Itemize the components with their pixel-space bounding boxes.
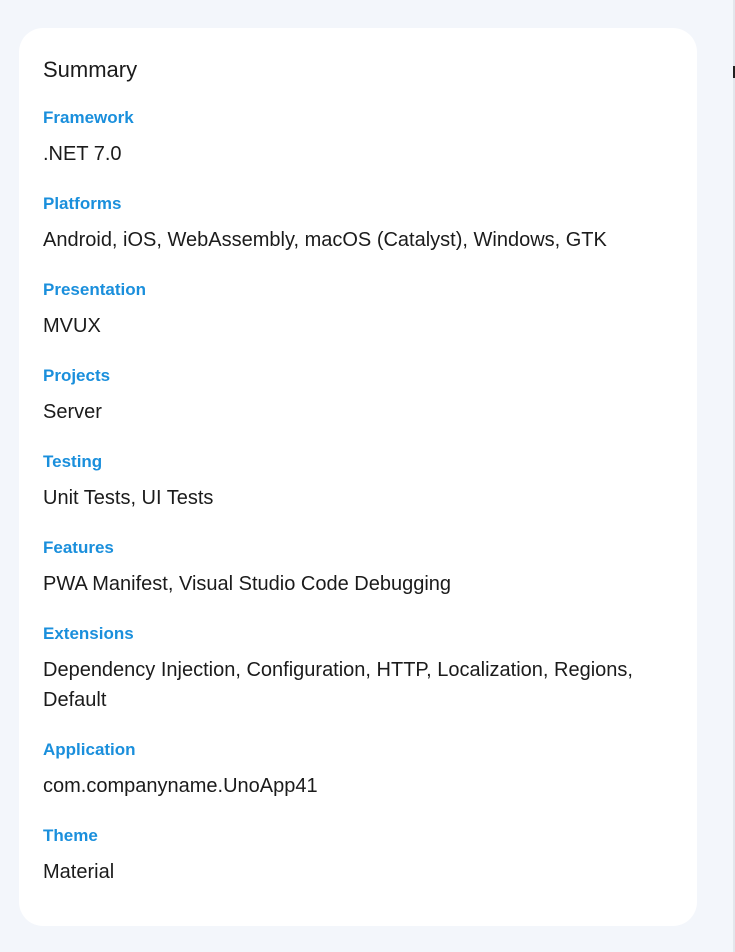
section-features: Features PWA Manifest, Visual Studio Cod… bbox=[43, 536, 673, 599]
projects-label: Projects bbox=[43, 366, 111, 385]
section-presentation: Presentation MVUX bbox=[43, 278, 673, 341]
summary-sections: Framework .NET 7.0 Platforms Android, iO… bbox=[43, 106, 673, 910]
framework-value: .NET 7.0 bbox=[43, 143, 122, 165]
section-framework: Framework .NET 7.0 bbox=[43, 106, 673, 169]
platforms-label: Platforms bbox=[43, 194, 122, 213]
testing-value: Unit Tests, UI Tests bbox=[43, 487, 214, 509]
section-testing: Testing Unit Tests, UI Tests bbox=[43, 450, 673, 513]
summary-title: Summary bbox=[43, 57, 138, 82]
theme-value: Material bbox=[43, 861, 115, 883]
extensions-value: Dependency Injection, Configuration, HTT… bbox=[43, 659, 633, 711]
section-theme: Theme Material bbox=[43, 824, 673, 887]
presentation-value: MVUX bbox=[43, 315, 101, 337]
platforms-value: Android, iOS, WebAssembly, macOS (Cataly… bbox=[43, 229, 607, 251]
section-extensions: Extensions Dependency Injection, Configu… bbox=[43, 622, 673, 715]
features-value: PWA Manifest, Visual Studio Code Debuggi… bbox=[43, 573, 452, 595]
section-platforms: Platforms Android, iOS, WebAssembly, mac… bbox=[43, 192, 673, 255]
section-application: Application com.companyname.UnoApp41 bbox=[43, 738, 673, 801]
theme-label: Theme bbox=[43, 826, 98, 845]
section-projects: Projects Server bbox=[43, 364, 673, 427]
application-label: Application bbox=[43, 740, 136, 759]
projects-value: Server bbox=[43, 401, 102, 423]
presentation-label: Presentation bbox=[43, 280, 146, 299]
application-value: com.companyname.UnoApp41 bbox=[43, 775, 318, 797]
framework-label: Framework bbox=[43, 108, 134, 127]
testing-label: Testing bbox=[43, 452, 103, 471]
extensions-label: Extensions bbox=[43, 624, 134, 643]
summary-card: Summary Framework .NET 7.0 Platforms And… bbox=[19, 28, 697, 926]
features-label: Features bbox=[43, 538, 114, 557]
